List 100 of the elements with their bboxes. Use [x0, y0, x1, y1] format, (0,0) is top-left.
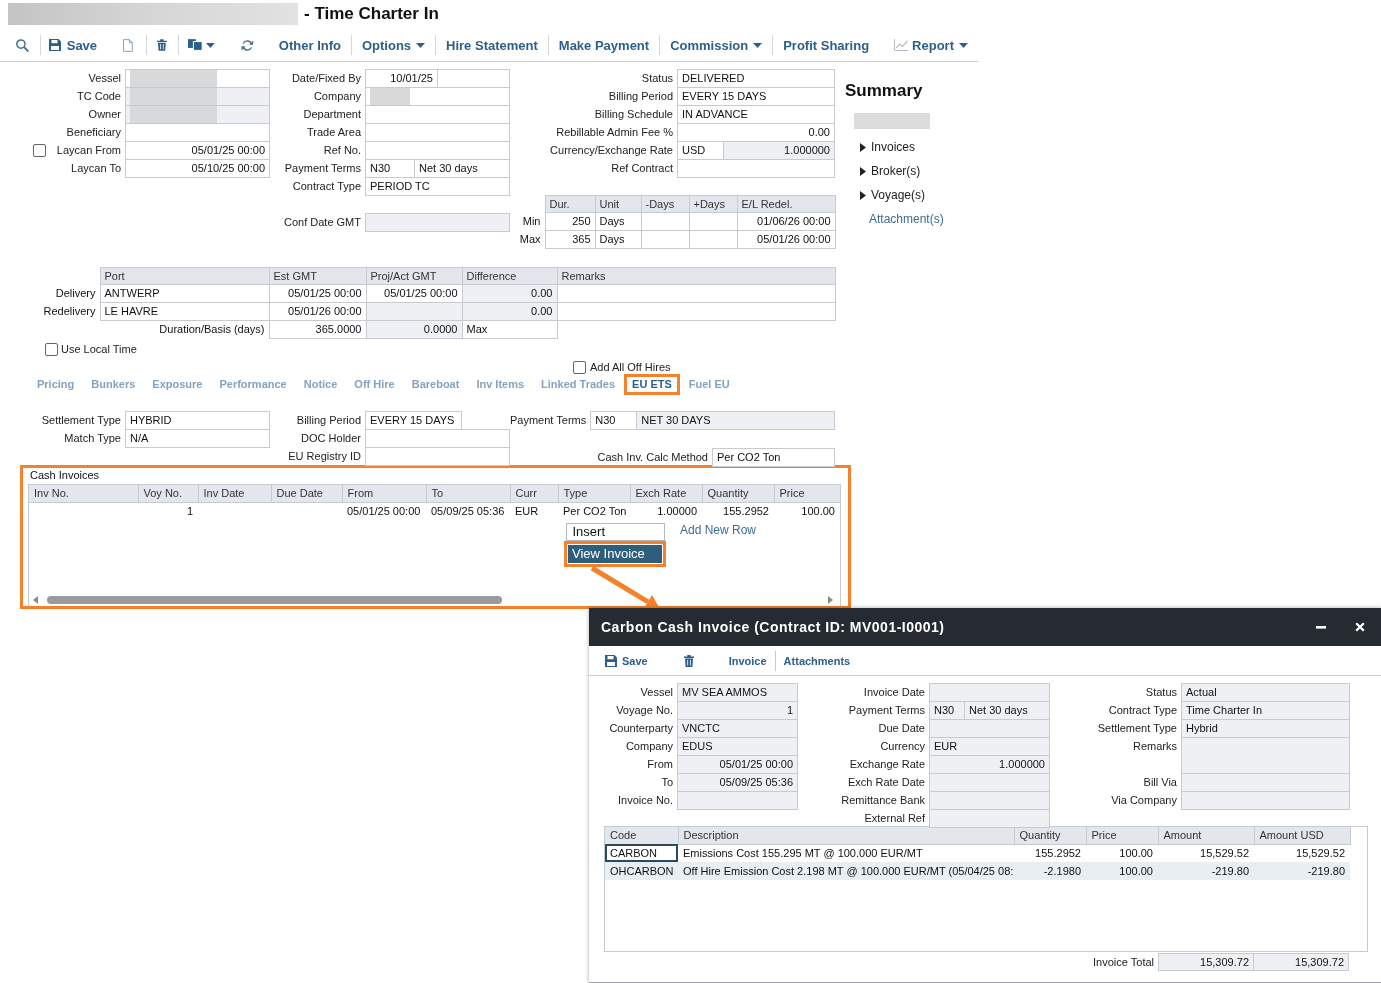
checkbox[interactable]	[45, 343, 58, 356]
column-header: Type	[558, 485, 630, 502]
checkbox[interactable]	[573, 361, 586, 374]
table-cell: LE HAVRE	[100, 302, 269, 321]
checkbox-label: Add All Off Hires	[590, 361, 671, 374]
input-field[interactable]: Per CO2 Ton	[712, 448, 835, 467]
column-header: Due Date	[271, 485, 342, 502]
menu-item[interactable]: View Invoice	[564, 541, 666, 567]
copy-icon[interactable]	[187, 39, 203, 51]
table-cell: 05/01/25 00:00	[342, 502, 426, 520]
table-cell: Days	[595, 212, 641, 231]
field-label: Laycan To	[71, 162, 121, 175]
toolbar-link[interactable]: Invoice	[720, 650, 775, 671]
menu-button[interactable]: Options	[351, 33, 436, 57]
column-header: +Days	[689, 195, 737, 213]
field-label: Vessel	[640, 686, 673, 699]
table-cell: 05/01/26 00:00	[737, 230, 835, 249]
refresh-icon[interactable]	[241, 38, 254, 52]
table-cell: 250	[545, 212, 595, 231]
table-cell: 100.00	[1086, 862, 1158, 880]
table-cell: 155.2952	[702, 502, 774, 520]
scrollbar-thumb[interactable]	[47, 596, 502, 604]
field-label: Status	[1145, 686, 1177, 699]
report-button[interactable]: Report	[884, 33, 978, 57]
table-cell: 1.00000	[630, 502, 702, 520]
field-label: Payment Terms	[510, 414, 587, 427]
minimize-icon[interactable]	[1316, 625, 1326, 629]
column-header: Amount	[1158, 827, 1254, 844]
field-label: Invoice Date	[863, 686, 925, 699]
table-cell: 15,529.52	[1158, 844, 1254, 862]
search-icon[interactable]	[16, 38, 29, 52]
column-header: E/L Redel.	[737, 195, 835, 213]
close-icon[interactable]	[1355, 622, 1365, 632]
input-field[interactable]: 05/10/25 00:00	[125, 159, 270, 178]
save-button[interactable]: Save	[605, 650, 648, 671]
checkbox[interactable]	[33, 144, 46, 157]
field-label: Beneficiary	[66, 126, 121, 139]
field-label: Invoice No.	[617, 794, 673, 807]
tree-item[interactable]: Invoices	[860, 140, 916, 154]
table-cell	[689, 212, 737, 231]
link[interactable]: Attachment(s)	[869, 212, 944, 226]
summary-title: Summary	[845, 81, 923, 101]
column-header: Proj/Act GMT	[366, 267, 462, 285]
menu-button[interactable]: Other Info	[268, 33, 351, 57]
document-icon[interactable]	[123, 38, 133, 52]
row-label: Min	[522, 215, 541, 227]
input-field[interactable]	[365, 447, 510, 466]
arrow-left-icon[interactable]	[33, 596, 38, 604]
column-header: Exch Rate	[630, 485, 702, 502]
menu-button[interactable]: Make Payment	[548, 33, 660, 57]
table-cell: 365	[545, 230, 595, 249]
tree-item[interactable]: Voyage(s)	[860, 188, 926, 202]
field-label: Bill Via	[1143, 776, 1177, 789]
column-header: Quantity	[1014, 827, 1086, 844]
input-field[interactable]: N30	[590, 411, 638, 430]
field-label: Billing Period	[296, 414, 361, 427]
field-label: TC Code	[76, 90, 121, 103]
field-label: Ref No.	[323, 144, 361, 157]
field-label: Payment Terms	[848, 704, 925, 717]
column-header: From	[342, 485, 426, 502]
tree-item[interactable]: Broker(s)	[860, 164, 921, 178]
dialog-title: Carbon Cash Invoice (Contract ID: MV001-I0001)	[601, 618, 945, 636]
caret-down-icon[interactable]	[206, 42, 216, 48]
column-header: Dur.	[545, 195, 595, 213]
menu-button[interactable]: Commission	[660, 33, 773, 57]
field-label: Remarks	[1133, 740, 1177, 753]
table-cell: -219.80	[1254, 862, 1350, 880]
field-label: Settlement Type	[41, 414, 121, 427]
field-label: Settlement Type	[1097, 722, 1177, 735]
field-label: Rebillable Admin Fee %	[556, 126, 673, 139]
toolbar-link[interactable]: Attachments	[775, 650, 859, 671]
table-cell	[641, 230, 689, 249]
input-field[interactable]: N/A	[125, 429, 270, 448]
column-header: Difference	[462, 267, 557, 285]
row-label: Delivery	[55, 287, 96, 299]
column-header: Remarks	[557, 267, 835, 285]
field-label: Status	[641, 72, 673, 85]
arrow-right-icon[interactable]	[828, 596, 833, 604]
trash-icon[interactable]	[683, 654, 694, 667]
column-header: Inv No.	[29, 485, 138, 502]
menu-item[interactable]: Insert	[565, 523, 665, 541]
table-cell: 100.00	[1086, 844, 1158, 862]
save-button[interactable]: Save	[48, 33, 98, 57]
input-field[interactable]: PERIOD TC	[365, 177, 510, 196]
add-row-link[interactable]: Add New Row	[680, 523, 757, 537]
table-cell: 05/01/25 00:00	[366, 284, 462, 303]
menu-button[interactable]: Hire Statement	[436, 33, 548, 57]
field-label: Conf Date GMT	[283, 216, 361, 229]
column-header: Quantity	[702, 485, 774, 502]
row-label: Max	[519, 233, 541, 245]
window-title: - Time Charter In	[304, 4, 439, 24]
column-header: Port	[100, 267, 269, 285]
table-cell: 15,529.52	[1254, 844, 1350, 862]
field-label: Via Company	[1111, 794, 1177, 807]
tab[interactable]: EU ETS	[624, 374, 680, 395]
input-field[interactable]	[677, 159, 835, 178]
trash-icon[interactable]	[156, 39, 167, 51]
menu-button[interactable]: Profit Sharing	[773, 33, 880, 57]
field-label: Department	[303, 108, 361, 121]
field-label: Billing Schedule	[594, 108, 673, 121]
